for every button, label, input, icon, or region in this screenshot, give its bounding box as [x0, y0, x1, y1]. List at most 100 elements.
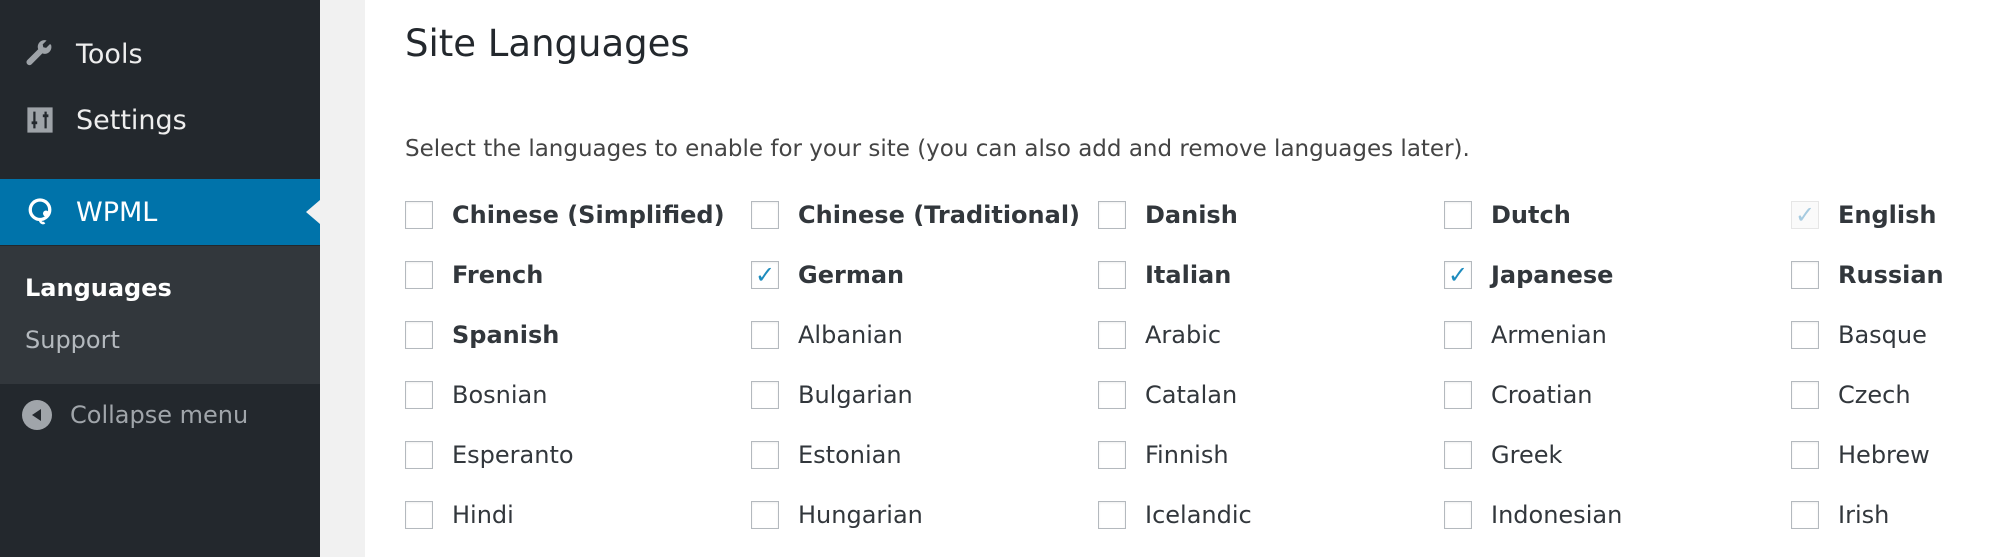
language-label: Chinese (Traditional) — [798, 201, 1081, 229]
language-option[interactable]: Chinese (Traditional) — [751, 198, 1080, 232]
page-title: Site Languages — [405, 22, 690, 65]
language-label: Irish — [1838, 501, 1890, 529]
language-label: Russian — [1838, 261, 1944, 289]
language-option[interactable]: Greek — [1444, 438, 1562, 472]
language-option[interactable]: Arabic — [1098, 318, 1221, 352]
language-checkbox[interactable] — [751, 201, 779, 229]
language-label: Hindi — [452, 501, 514, 529]
language-label: Croatian — [1491, 381, 1593, 409]
language-label: French — [452, 261, 544, 289]
language-option[interactable]: Armenian — [1444, 318, 1607, 352]
language-label: Basque — [1838, 321, 1927, 349]
language-checkbox[interactable] — [405, 261, 433, 289]
language-checkbox[interactable] — [1444, 501, 1472, 529]
language-option[interactable]: Catalan — [1098, 378, 1237, 412]
language-label: Arabic — [1145, 321, 1222, 349]
language-option[interactable]: Hindi — [405, 498, 514, 532]
language-checkbox[interactable] — [751, 261, 779, 289]
language-checkbox[interactable] — [1444, 201, 1472, 229]
language-checkbox[interactable] — [1098, 201, 1126, 229]
language-option[interactable]: Irish — [1791, 498, 1889, 532]
language-checkbox[interactable] — [751, 441, 779, 469]
language-checkbox[interactable] — [1444, 381, 1472, 409]
current-menu-arrow — [306, 200, 320, 224]
language-option[interactable]: Bulgarian — [751, 378, 913, 412]
language-option[interactable]: Esperanto — [405, 438, 574, 472]
page-description: Select the languages to enable for your … — [405, 136, 1470, 162]
language-checkbox[interactable] — [1791, 501, 1819, 529]
language-checkbox[interactable] — [1444, 321, 1472, 349]
language-checkbox[interactable] — [1098, 441, 1126, 469]
language-option[interactable]: Spanish — [405, 318, 559, 352]
language-label: Estonian — [798, 441, 902, 469]
language-checkbox[interactable] — [1791, 261, 1819, 289]
menu-item-tools[interactable]: Tools — [0, 21, 320, 87]
language-option[interactable]: Dutch — [1444, 198, 1571, 232]
settings-sliders-icon — [22, 102, 58, 138]
language-option[interactable]: Icelandic — [1098, 498, 1252, 532]
main-content: Site Languages Select the languages to e… — [365, 0, 2000, 557]
language-option[interactable]: German — [751, 258, 904, 292]
menu-item-settings[interactable]: Settings — [0, 87, 320, 153]
language-label: Finnish — [1145, 441, 1229, 469]
language-label: Czech — [1838, 381, 1911, 409]
language-label: German — [798, 261, 905, 289]
language-label: Icelandic — [1145, 501, 1252, 529]
language-checkbox[interactable] — [1791, 381, 1819, 409]
language-checkbox[interactable] — [751, 501, 779, 529]
collapse-menu-label: Collapse menu — [70, 401, 249, 429]
menu-item-wpml[interactable]: WPML — [0, 179, 320, 245]
language-option[interactable]: Japanese — [1444, 258, 1613, 292]
language-option[interactable]: Hungarian — [751, 498, 923, 532]
language-label: Hungarian — [798, 501, 923, 529]
menu-item-label: WPML — [76, 196, 158, 228]
language-checkbox[interactable] — [1098, 381, 1126, 409]
language-option[interactable]: Italian — [1098, 258, 1231, 292]
language-option[interactable]: Albanian — [751, 318, 903, 352]
language-label: Spanish — [452, 321, 560, 349]
language-option[interactable]: English — [1791, 198, 1936, 232]
language-option[interactable]: French — [405, 258, 543, 292]
language-checkbox[interactable] — [405, 501, 433, 529]
language-option[interactable]: Indonesian — [1444, 498, 1622, 532]
wpml-icon — [22, 194, 58, 230]
language-checkbox[interactable] — [405, 441, 433, 469]
submenu-item-support[interactable]: Support — [25, 326, 120, 354]
menu-item-label: Tools — [76, 38, 143, 70]
language-option[interactable]: Basque — [1791, 318, 1927, 352]
language-checkbox[interactable] — [1444, 441, 1472, 469]
language-checkbox[interactable] — [405, 381, 433, 409]
language-option[interactable]: Danish — [1098, 198, 1238, 232]
language-option[interactable]: Croatian — [1444, 378, 1592, 412]
language-checkbox[interactable] — [1098, 501, 1126, 529]
language-option[interactable]: Estonian — [751, 438, 902, 472]
language-label: Bosnian — [452, 381, 548, 409]
language-checkbox[interactable] — [1791, 321, 1819, 349]
language-checkbox[interactable] — [1444, 261, 1472, 289]
language-option[interactable]: Hebrew — [1791, 438, 1930, 472]
language-label: Hebrew — [1838, 441, 1930, 469]
language-label: English — [1838, 201, 1937, 229]
language-option[interactable]: Russian — [1791, 258, 1944, 292]
collapse-menu-button[interactable]: Collapse menu — [22, 400, 248, 430]
language-label: Greek — [1491, 441, 1563, 469]
language-checkbox[interactable] — [405, 201, 433, 229]
language-label: Bulgarian — [798, 381, 913, 409]
language-checkbox[interactable] — [1098, 321, 1126, 349]
language-option[interactable]: Bosnian — [405, 378, 547, 412]
language-checkbox[interactable] — [751, 381, 779, 409]
language-label: Catalan — [1145, 381, 1238, 409]
submenu-item-languages[interactable]: Languages — [25, 274, 172, 302]
language-checkbox[interactable] — [1791, 441, 1819, 469]
language-option[interactable]: Chinese (Simplified) — [405, 198, 725, 232]
menu-item-label: Settings — [76, 104, 187, 136]
wpml-submenu: Languages Support — [0, 246, 320, 384]
language-checkbox[interactable] — [405, 321, 433, 349]
language-label: Indonesian — [1491, 501, 1623, 529]
language-checkbox[interactable] — [751, 321, 779, 349]
language-option[interactable]: Finnish — [1098, 438, 1229, 472]
language-label: Japanese — [1491, 261, 1614, 289]
language-option[interactable]: Czech — [1791, 378, 1911, 412]
admin-sidebar: Tools Settings WPML Languages Support Co… — [0, 0, 320, 557]
language-checkbox[interactable] — [1098, 261, 1126, 289]
